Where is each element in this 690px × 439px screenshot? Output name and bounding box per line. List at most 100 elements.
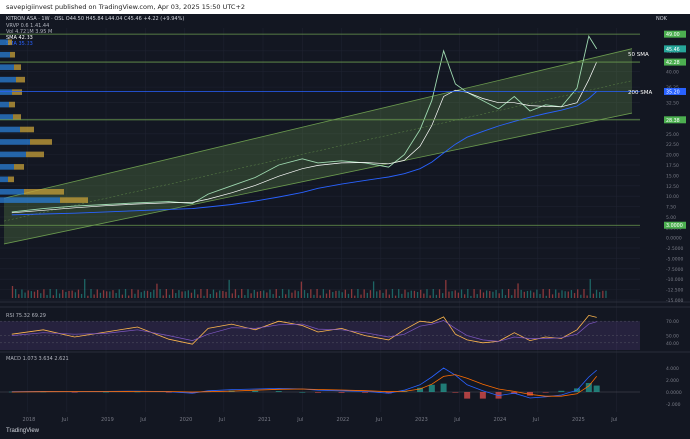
volume-bar: [570, 290, 573, 298]
macd-hist-bar: [452, 392, 459, 393]
volume-bar: [71, 290, 73, 298]
volume-bar: [153, 289, 155, 298]
macd-signal: [11, 374, 598, 397]
volume-bar: [357, 289, 359, 298]
volume-bar: [388, 294, 390, 298]
volume-bar: [523, 291, 525, 298]
macd-tick: -2.000: [666, 402, 681, 408]
volume-bar: [489, 291, 491, 298]
volume-bar: [344, 289, 346, 298]
volume-bar: [416, 291, 419, 298]
volume-bar: [112, 290, 114, 298]
volume-bar: [551, 294, 554, 298]
volume-bar: [561, 290, 563, 298]
volume-bar: [573, 293, 576, 298]
x-tick-label: 2025: [572, 417, 585, 423]
rsi-tick: 70.00: [666, 319, 679, 325]
volume-bar: [595, 289, 598, 298]
volume-bar: [401, 293, 403, 298]
volume-bar: [313, 294, 315, 298]
volume-bar: [175, 293, 177, 298]
volume-bar: [545, 295, 547, 298]
volume-bar: [514, 289, 516, 298]
volume-bar: [385, 289, 387, 298]
volume-bar: [140, 292, 142, 298]
macd-hist-bar: [440, 383, 447, 392]
vrvp-down-bar: [8, 39, 12, 46]
macd-tick: 0.0000: [666, 390, 682, 396]
volume-bar: [263, 290, 265, 298]
x-tick-label: Jul: [218, 417, 225, 423]
volume-bar: [30, 291, 32, 298]
vrvp-up-bar: [0, 76, 16, 83]
volume-bar: [250, 293, 252, 298]
volume-bar: [555, 289, 557, 298]
volume-bar: [131, 289, 133, 298]
volume-bar: [84, 279, 86, 298]
volume-bar: [558, 292, 560, 298]
volume-bar: [533, 292, 535, 298]
volume-bar: [93, 294, 95, 298]
volume-bar: [429, 295, 431, 298]
volume-bar: [106, 291, 108, 298]
vrvp-down-bar: [14, 64, 21, 70]
vrvp-up-bar: [0, 164, 14, 170]
y-tick-label: 32.50: [666, 101, 679, 107]
vrvp-up-bar: [0, 151, 26, 158]
macd-hist-bar: [428, 384, 435, 392]
volume-bar: [206, 289, 208, 298]
volume-bar: [150, 292, 152, 298]
y-tick-label: 0.0000: [666, 236, 682, 242]
x-tick-label: 2018: [23, 417, 36, 423]
price-badge: 42.28: [666, 60, 680, 66]
volume-bar: [225, 291, 227, 298]
macd-hist-bar: [275, 391, 282, 392]
volume-bar: [322, 289, 325, 298]
time-axis: 2018 Jul 2019 Jul 2020 Jul 2021 Jul 2022 Jul 2023 J…: [23, 417, 618, 423]
volume-bar: [46, 294, 48, 298]
volume-bar: [602, 290, 604, 298]
volume-bar: [18, 294, 20, 298]
volume-bar: [256, 291, 259, 298]
volume-bar: [156, 283, 158, 298]
volume-bar: [253, 289, 255, 298]
volume-bar: [11, 286, 14, 298]
volume-bar: [215, 292, 218, 298]
volume-bar: [146, 290, 149, 298]
y-tick-label: 20.00: [666, 153, 679, 159]
volume-bar: [68, 290, 70, 298]
volume-bar: [128, 295, 130, 298]
volume-bar: [350, 289, 353, 298]
x-tick-label: 2021: [258, 417, 271, 423]
chart-canvas[interactable]: 49.0045.0040.0036.2532.5028.7525.0022.50…: [0, 0, 690, 439]
vrvp-down-bar: [14, 164, 24, 170]
macd-hist-bar: [362, 392, 369, 393]
rsi-pane: [0, 314, 640, 350]
volume-bar: [281, 289, 284, 298]
volume-bar: [231, 293, 233, 298]
y-tick-label: 25.00: [666, 132, 679, 138]
volume-bar: [269, 289, 271, 298]
volume-bar: [43, 289, 45, 298]
volume-bar: [77, 289, 80, 298]
volume-bar: [278, 295, 281, 298]
vrvp-down-bar: [60, 197, 88, 203]
volume-bar: [288, 289, 290, 298]
macd-tick: 4.000: [666, 366, 679, 372]
sma50-annotation: 50 SMA: [628, 52, 649, 58]
tradingview-logo: TradingView: [6, 428, 40, 434]
x-tick-label: Jul: [375, 417, 382, 423]
volume-bar: [294, 290, 296, 298]
volume-bar: [118, 289, 120, 298]
vrvp-down-bar: [13, 114, 21, 120]
macd-line: [11, 367, 597, 399]
y-tick-label: 17.50: [666, 163, 679, 169]
vrvp-up-bar: [0, 64, 14, 70]
volume-bar: [162, 295, 164, 298]
sma200-annotation: 200 SMA: [628, 90, 652, 96]
vrvp-up-bar: [0, 101, 9, 108]
x-tick-label: Jul: [453, 417, 460, 423]
volume-bar: [62, 289, 64, 298]
volume-bar: [247, 289, 249, 298]
volume-bar: [303, 290, 306, 298]
